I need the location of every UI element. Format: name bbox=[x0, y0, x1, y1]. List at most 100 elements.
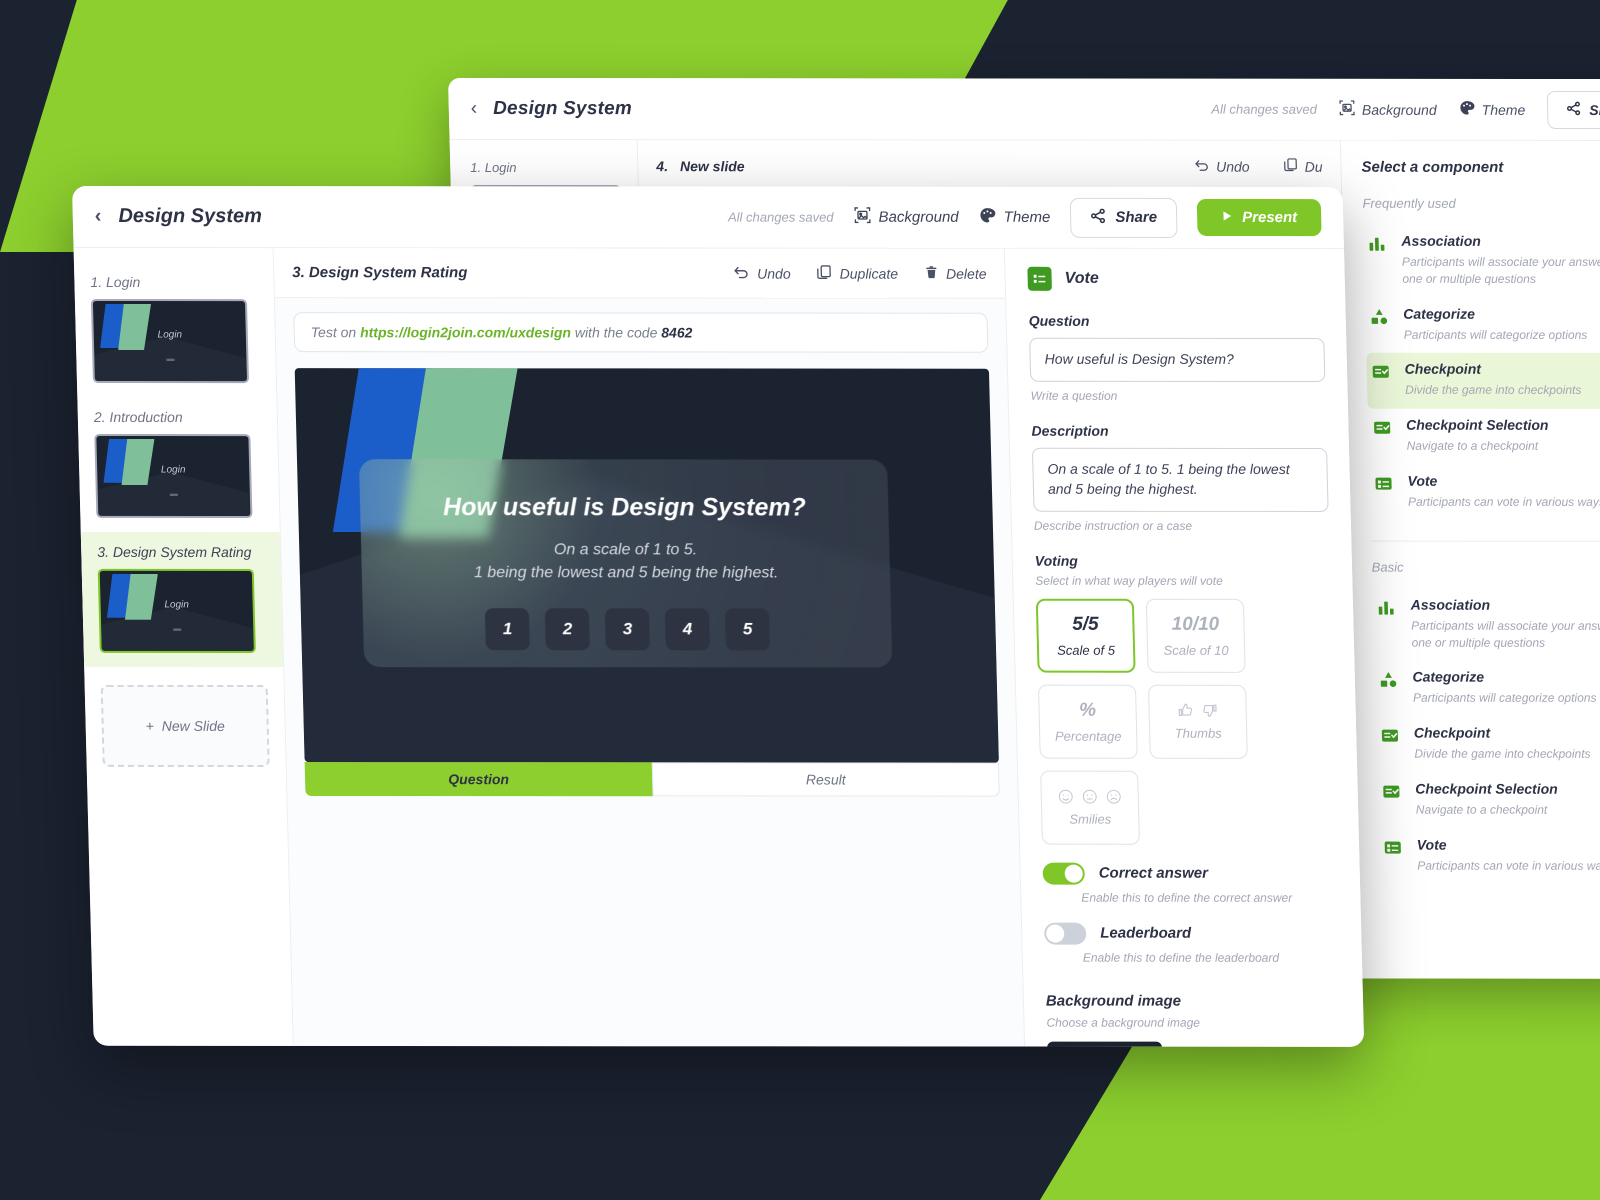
share-button[interactable]: Share bbox=[1546, 90, 1600, 129]
component-item-vote[interactable]: Vote Participants can vote in various wa… bbox=[1369, 465, 1600, 521]
component-item-checkpoint-selection-basic[interactable]: Checkpoint Selection Navigate to a check… bbox=[1377, 773, 1600, 829]
correct-answer-toggle[interactable] bbox=[1042, 862, 1085, 885]
background-button[interactable]: Background bbox=[1339, 100, 1437, 119]
component-desc: Divide the game into checkpoints bbox=[1405, 383, 1582, 398]
preview-tabs: Question Result bbox=[304, 762, 1000, 797]
present-button[interactable]: Present bbox=[1196, 198, 1322, 237]
saved-status: All changes saved bbox=[1211, 101, 1318, 117]
preview-description-line1: On a scale of 1 to 5. bbox=[553, 540, 698, 559]
component-picker-panel: Select a component Frequently used Assoc… bbox=[1339, 140, 1600, 979]
component-desc: Participants will categorize options bbox=[1412, 691, 1597, 706]
component-item-association[interactable]: Association Participants will associate … bbox=[1363, 225, 1600, 298]
thumbs-icon bbox=[1176, 702, 1218, 719]
voting-option-caption: Smilies bbox=[1069, 811, 1112, 827]
test-url[interactable]: https://login2join.com/uxdesign bbox=[360, 324, 571, 340]
theme-button[interactable]: Theme bbox=[978, 207, 1051, 228]
back-window-top-actions: All changes saved Background Theme Share bbox=[1211, 90, 1600, 129]
preview-option-5[interactable]: 5 bbox=[725, 608, 771, 651]
theme-button[interactable]: Theme bbox=[1458, 100, 1525, 119]
test-code: 8462 bbox=[661, 324, 693, 341]
background-image-thumbnail[interactable]: ▬ bbox=[1046, 1041, 1164, 1047]
tab-result[interactable]: Result bbox=[651, 762, 1000, 797]
slide-preview[interactable]: How useful is Design System? On a scale … bbox=[294, 368, 999, 763]
question-field-label: Question bbox=[1028, 312, 1090, 329]
voting-options-grid: 5/5 Scale of 5 10/10 Scale of 10 % Perce… bbox=[1035, 598, 1337, 845]
component-item-checkpoint[interactable]: Checkpoint Divide the game into checkpoi… bbox=[1366, 353, 1600, 410]
voting-option-scale-5[interactable]: 5/5 Scale of 5 bbox=[1035, 598, 1136, 673]
voting-section-sub: Select in what way players will vote bbox=[1035, 573, 1223, 588]
undo-label: Undo bbox=[756, 265, 791, 282]
preview-option-3[interactable]: 3 bbox=[605, 608, 651, 651]
question-input[interactable]: How useful is Design System? bbox=[1029, 337, 1326, 382]
slide-list-item-1[interactable]: 1. Login Login ▬ bbox=[74, 262, 276, 397]
test-link-bar[interactable]: Test on https://login2join.com/uxdesign … bbox=[293, 312, 989, 353]
background-button[interactable]: Background bbox=[853, 207, 959, 228]
component-name: Checkpoint bbox=[1413, 724, 1491, 741]
preview-description-line2: 1 being the lowest and 5 being the highe… bbox=[473, 564, 779, 582]
thumb-text: Login bbox=[160, 464, 186, 476]
component-desc: Navigate to a checkpoint bbox=[1415, 802, 1548, 817]
component-item-categorize-basic[interactable]: Categorize Participants will categorize … bbox=[1374, 661, 1600, 717]
delete-button[interactable]: Delete bbox=[924, 264, 987, 282]
chevron-left-icon[interactable]: ‹ bbox=[471, 98, 478, 120]
slide-label: 2. Introduction bbox=[93, 408, 183, 426]
description-input[interactable]: On a scale of 1 to 5. 1 being the lowest… bbox=[1031, 447, 1329, 512]
image-icon bbox=[853, 207, 871, 228]
share-icon bbox=[1566, 100, 1581, 118]
voting-option-scale-10[interactable]: 10/10 Scale of 10 bbox=[1145, 598, 1246, 673]
back-window-topbar: ‹ Design System All changes saved Backgr… bbox=[448, 78, 1600, 142]
slide-label[interactable]: 1. Login bbox=[470, 160, 617, 175]
vote-icon bbox=[1373, 474, 1396, 496]
background-label: Background bbox=[878, 208, 959, 226]
slide-thumbnail[interactable]: Login ▬ bbox=[94, 433, 253, 519]
palette-icon bbox=[1458, 100, 1474, 119]
slide-list-item-3[interactable]: 3. Design System Rating Login ▬ bbox=[80, 531, 284, 668]
slide-list-item-2[interactable]: 2. Introduction Login ▬ bbox=[77, 397, 279, 532]
undo-icon bbox=[1194, 158, 1209, 175]
main-app-window: ‹ Design System All changes saved Backgr… bbox=[72, 186, 1365, 1047]
leaderboard-toggle[interactable] bbox=[1043, 922, 1087, 945]
tab-question[interactable]: Question bbox=[304, 762, 653, 797]
slide-thumbnail[interactable]: Login ▬ bbox=[97, 568, 256, 654]
correct-answer-hint: Enable this to define the correct answer bbox=[1081, 890, 1293, 905]
component-item-vote-basic[interactable]: Vote Participants can vote in various wa… bbox=[1378, 828, 1600, 884]
preview-option-1[interactable]: 1 bbox=[484, 608, 531, 651]
delete-label: Delete bbox=[945, 265, 987, 282]
voting-option-thumbs[interactable]: Thumbs bbox=[1147, 684, 1248, 759]
undo-button[interactable]: Undo bbox=[733, 265, 791, 282]
slide-thumbnail[interactable]: Login ▬ bbox=[90, 298, 250, 384]
shapes-icon bbox=[1378, 670, 1401, 692]
test-link-wrap: Test on https://login2join.com/uxdesign … bbox=[275, 298, 1007, 353]
image-icon bbox=[1339, 100, 1355, 119]
smilies-icon bbox=[1058, 788, 1122, 804]
voting-option-percentage[interactable]: % Percentage bbox=[1037, 684, 1138, 759]
duplicate-button[interactable]: Du bbox=[1283, 158, 1323, 175]
preview-option-2[interactable]: 2 bbox=[545, 608, 591, 651]
theme-label: Theme bbox=[1003, 208, 1051, 226]
component-item-checkpoint-basic[interactable]: Checkpoint Divide the game into checkpoi… bbox=[1375, 717, 1600, 773]
chevron-left-icon[interactable]: ‹ bbox=[94, 205, 101, 228]
component-name: Vote bbox=[1416, 836, 1447, 853]
voting-option-caption: Percentage bbox=[1054, 728, 1122, 744]
new-slide-label: New Slide bbox=[161, 717, 226, 734]
panel-divider bbox=[1370, 540, 1600, 542]
thumb-dots: ▬ bbox=[166, 354, 175, 364]
component-item-association-basic[interactable]: Association Participants will associate … bbox=[1372, 588, 1600, 661]
preview-description: On a scale of 1 to 5. 1 being the lowest… bbox=[473, 538, 779, 585]
slide-preview-wrap: How useful is Design System? On a scale … bbox=[276, 352, 1017, 763]
undo-button[interactable]: Undo bbox=[1194, 158, 1250, 175]
palette-icon bbox=[978, 207, 996, 228]
share-button[interactable]: Share bbox=[1069, 197, 1178, 238]
new-slide-button[interactable]: + New Slide bbox=[100, 684, 270, 767]
duplicate-button[interactable]: Duplicate bbox=[816, 264, 898, 282]
component-item-categorize[interactable]: Categorize Participants will categorize … bbox=[1365, 297, 1600, 353]
slide-name: New slide bbox=[679, 157, 745, 174]
voting-option-value: % bbox=[1078, 699, 1097, 721]
voting-option-smilies[interactable]: Smilies bbox=[1040, 770, 1141, 845]
component-item-checkpoint-selection[interactable]: Checkpoint Selection Navigate to a check… bbox=[1368, 409, 1600, 465]
component-name: Checkpoint Selection bbox=[1405, 416, 1549, 434]
component-name: Association bbox=[1410, 596, 1491, 613]
play-icon bbox=[1221, 209, 1233, 226]
properties-header: Vote bbox=[1027, 266, 1323, 291]
preview-option-4[interactable]: 4 bbox=[665, 608, 711, 651]
